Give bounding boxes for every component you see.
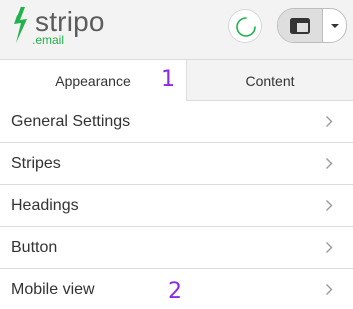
stripo-bolt-icon	[14, 6, 27, 43]
settings-list: General Settings Stripes Headings Button…	[0, 101, 353, 309]
tab-content-label: Content	[245, 73, 295, 89]
editor-header: stripo .email	[0, 0, 353, 59]
settings-item-label: General Settings	[11, 113, 131, 130]
logo-subtext: .email	[32, 33, 65, 47]
tab-content[interactable]: Content	[187, 59, 353, 101]
annotation-number-2: 2	[168, 279, 182, 304]
panel-view-button[interactable]	[278, 9, 323, 42]
stripo-logo: stripo .email	[10, 6, 120, 50]
chevron-right-icon	[326, 116, 333, 127]
settings-item-general[interactable]: General Settings	[0, 101, 353, 143]
tab-appearance-label: Appearance	[55, 73, 131, 89]
chevron-down-icon	[331, 24, 339, 28]
settings-item-label: Mobile view	[11, 281, 95, 298]
chevron-right-icon	[326, 284, 333, 295]
settings-item-headings[interactable]: Headings	[0, 185, 353, 227]
panel-tabs: Appearance Content	[0, 59, 353, 101]
settings-item-button[interactable]: Button	[0, 227, 353, 269]
settings-item-label: Button	[11, 239, 58, 256]
chevron-right-icon	[326, 242, 333, 253]
loading-indicator	[228, 9, 262, 43]
tab-appearance[interactable]: Appearance	[0, 59, 187, 101]
settings-item-stripes[interactable]: Stripes	[0, 143, 353, 185]
settings-item-label: Headings	[11, 197, 79, 214]
chevron-right-icon	[326, 158, 333, 169]
view-mode-toggle[interactable]	[277, 8, 347, 43]
panel-layout-icon	[290, 18, 310, 34]
annotation-number-1: 1	[161, 67, 175, 92]
settings-item-label: Stripes	[11, 155, 61, 172]
chevron-right-icon	[326, 200, 333, 211]
view-menu-button[interactable]	[323, 9, 346, 42]
loading-spinner-icon	[236, 17, 256, 37]
